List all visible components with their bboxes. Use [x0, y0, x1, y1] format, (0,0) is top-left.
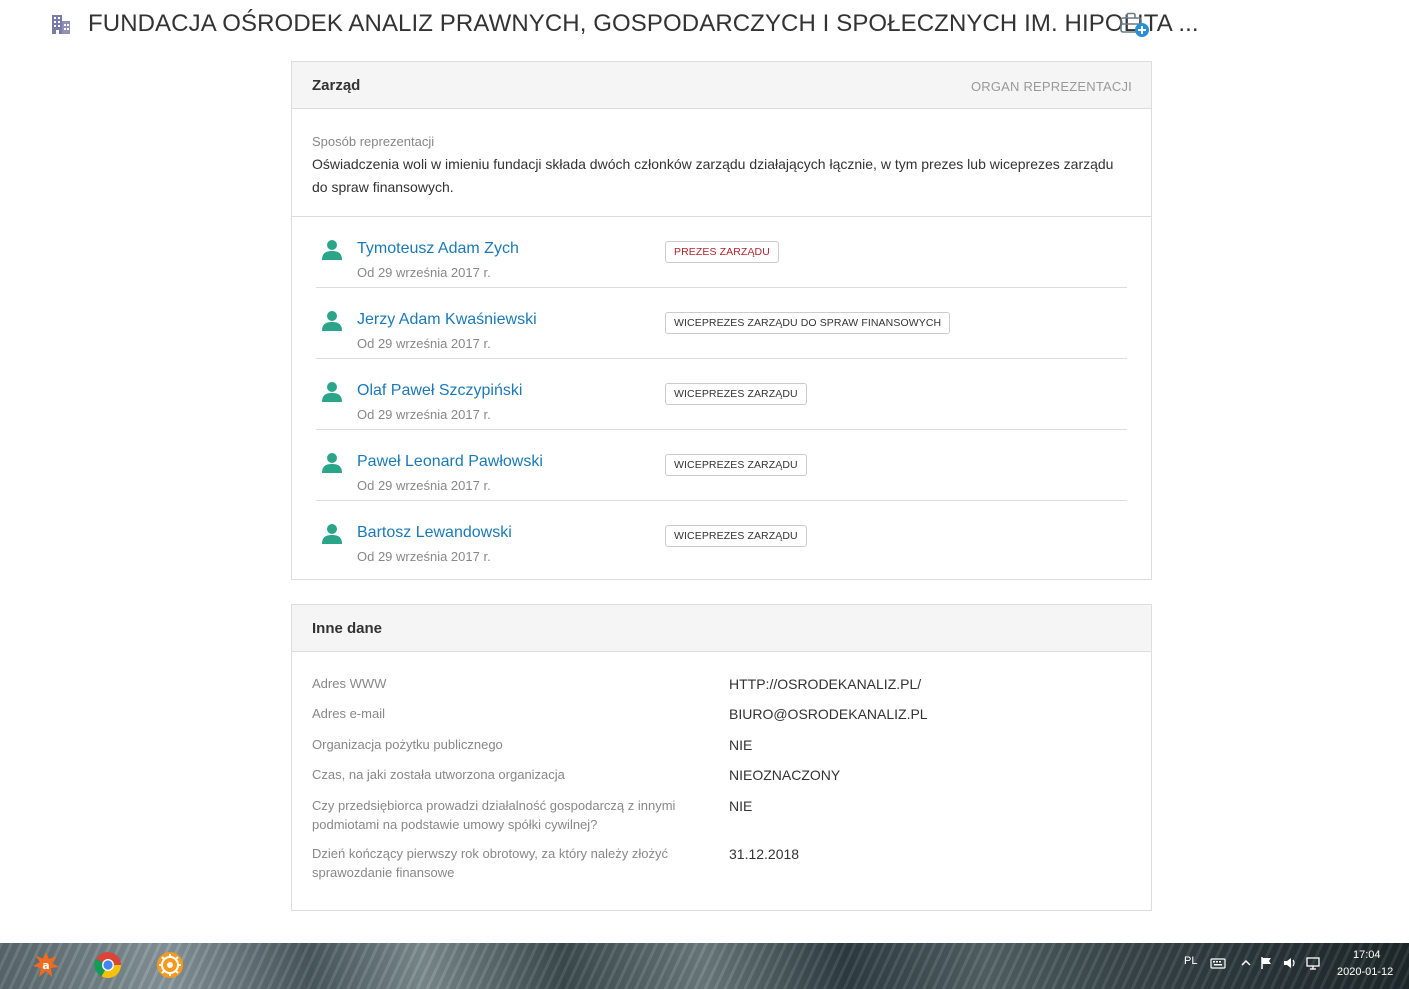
members-list: Tymoteusz Adam Zych Od 29 września 2017 …: [292, 217, 1151, 572]
volume-icon[interactable]: [1282, 955, 1298, 971]
field-value: NIE: [729, 737, 753, 753]
member-item: Paweł Leonard Pawłowski Od 29 września 2…: [316, 430, 1127, 501]
language-indicator[interactable]: PL: [1184, 955, 1197, 967]
field-value: NIEOZNACZONY: [729, 767, 841, 783]
field-label: Czas, na jaki została utworzona organiza…: [312, 767, 565, 782]
inne-dane-panel: Inne dane Adres WWW HTTP://OSRODEKANALIZ…: [291, 604, 1152, 911]
member-name-link[interactable]: Bartosz Lewandowski: [357, 524, 512, 542]
member-name-link[interactable]: Olaf Paweł Szczypiński: [357, 382, 522, 400]
inne-dane-title: Inne dane: [312, 620, 383, 637]
building-icon: [52, 15, 70, 34]
representation-label: Sposób reprezentacji: [312, 134, 435, 149]
system-tray: PL 17:04 2020-01-12: [1164, 943, 1409, 989]
field-label: Adres e-mail: [312, 706, 385, 721]
settings-wheel-icon[interactable]: [155, 950, 185, 980]
member-since: Od 29 września 2017 r.: [357, 407, 491, 422]
person-icon: [322, 311, 342, 331]
field-label: Czy przedsiębiorca prowadzi działalność …: [312, 798, 676, 832]
representation-text: Oświadczenia woli w imieniu fundacji skł…: [312, 156, 1114, 195]
member-since: Od 29 września 2017 r.: [357, 336, 491, 351]
field-value: 31.12.2018: [729, 846, 800, 862]
chevron-up-icon[interactable]: [1238, 955, 1254, 971]
role-badge: WICEPREZES ZARZĄDU: [665, 383, 807, 405]
person-icon: [322, 240, 342, 260]
role-badge: PREZES ZARZĄDU: [665, 241, 779, 263]
clock-date[interactable]: 2020-01-12: [1337, 966, 1393, 978]
network-icon[interactable]: [1305, 955, 1321, 971]
page-title: FUNDACJA OŚRODEK ANALIZ PRAWNYCH, GOSPOD…: [88, 10, 1199, 37]
field-value: BIURO@OSRODEKANALIZ.PL: [729, 706, 928, 722]
zarzad-panel-header: Zarząd ORGAN REPREZENTACJI: [292, 62, 1151, 109]
organ-label: ORGAN REPREZENTACJI: [970, 79, 1132, 94]
member-item: Jerzy Adam Kwaśniewski Od 29 września 20…: [316, 288, 1127, 359]
person-icon: [322, 382, 342, 402]
person-icon: [322, 524, 342, 544]
member-item: Tymoteusz Adam Zych Od 29 września 2017 …: [316, 217, 1127, 288]
avast-icon[interactable]: a: [31, 950, 61, 980]
clock-time[interactable]: 17:04: [1353, 949, 1381, 961]
field-value: NIE: [729, 798, 753, 814]
member-name-link[interactable]: Paweł Leonard Pawłowski: [357, 453, 543, 471]
page-header: FUNDACJA OŚRODEK ANALIZ PRAWNYCH, GOSPOD…: [0, 0, 1409, 52]
svg-text:a: a: [42, 959, 49, 972]
field-label: Adres WWW: [312, 676, 387, 691]
inne-dane-header: Inne dane: [292, 605, 1151, 652]
member-item: Olaf Paweł Szczypiński Od 29 września 20…: [316, 359, 1127, 430]
field-label: Organizacja pożytku publicznego: [312, 737, 503, 752]
chrome-icon[interactable]: [93, 950, 123, 980]
representation-section: Sposób reprezentacji Oświadczenia woli w…: [292, 109, 1151, 217]
member-since: Od 29 września 2017 r.: [357, 549, 491, 564]
zarzad-title: Zarząd: [312, 77, 361, 94]
role-badge: WICEPREZES ZARZĄDU DO SPRAW FINANSOWYCH: [665, 312, 951, 334]
member-name-link[interactable]: Tymoteusz Adam Zych: [357, 240, 519, 258]
person-icon: [322, 453, 342, 473]
member-since: Od 29 września 2017 r.: [357, 265, 491, 280]
member-item: Bartosz Lewandowski Od 29 września 2017 …: [316, 501, 1127, 572]
briefcase-add-icon[interactable]: [1118, 10, 1152, 40]
keyboard-icon[interactable]: [1210, 955, 1226, 971]
taskbar: a PL 17:04 2020-01-12: [0, 943, 1409, 989]
role-badge: WICEPREZES ZARZĄDU: [665, 525, 807, 547]
field-value: HTTP://OSRODEKANALIZ.PL/: [729, 676, 922, 692]
zarzad-panel: Zarząd ORGAN REPREZENTACJI Sposób reprez…: [291, 61, 1152, 580]
member-name-link[interactable]: Jerzy Adam Kwaśniewski: [357, 311, 537, 329]
flag-icon[interactable]: [1259, 955, 1275, 971]
field-label: Dzień kończący pierwszy rok obrotowy, za…: [312, 846, 668, 880]
role-badge: WICEPREZES ZARZĄDU: [665, 454, 807, 476]
member-since: Od 29 września 2017 r.: [357, 478, 491, 493]
